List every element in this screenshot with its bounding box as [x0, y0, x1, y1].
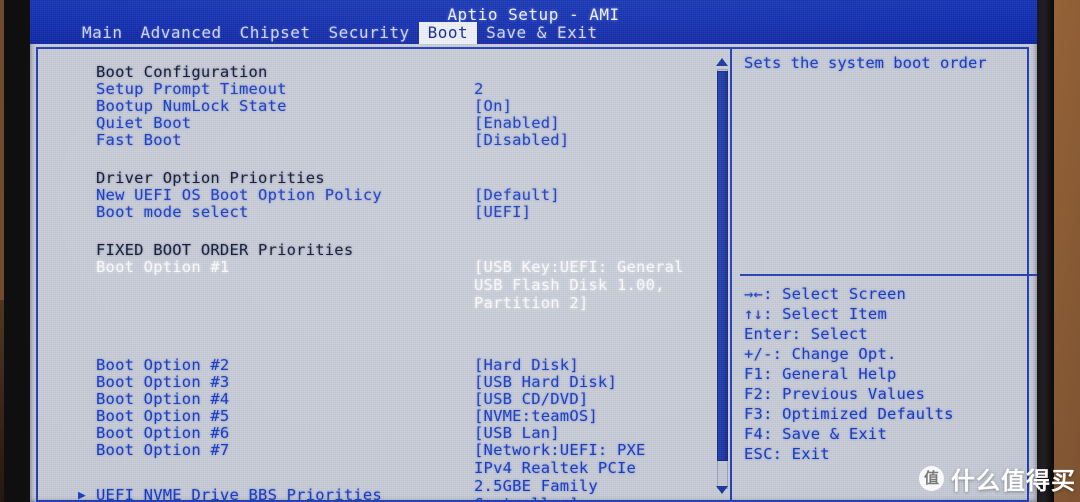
setting-label[interactable]: Boot Option #5	[96, 408, 229, 425]
menu-item-boot[interactable]: Boot	[418, 22, 478, 44]
legend-row: Enter: Select	[744, 325, 868, 343]
setting-value[interactable]: [Hard Disk]	[474, 357, 579, 374]
setting-label[interactable]: Boot Option #2	[96, 357, 229, 374]
setting-label[interactable]: Boot Option #4	[96, 391, 229, 408]
setting-value-line[interactable]: IPv4 Realtek PCIe	[474, 460, 636, 477]
help-divider	[740, 274, 1037, 276]
setting-value[interactable]: [On]	[474, 98, 512, 115]
help-panel: Sets the system boot order →←: Select Sc…	[736, 52, 1037, 502]
setting-label[interactable]: Boot Option #7	[96, 442, 229, 459]
setting-label[interactable]: Boot Option #1	[96, 259, 229, 276]
setting-label[interactable]: Bootup NumLock State	[96, 98, 287, 115]
setting-value[interactable]: [USB Hard Disk]	[474, 374, 617, 391]
scrollbar-thumb[interactable]	[717, 71, 728, 461]
setting-value[interactable]: [NVME:teamOS]	[474, 408, 598, 425]
setting-label[interactable]: Boot mode select	[96, 204, 249, 221]
setting-value[interactable]: [Disabled]	[474, 132, 569, 149]
legend-row: ↑↓: Select Item	[744, 305, 887, 323]
setting-label[interactable]: Setup Prompt Timeout	[96, 81, 287, 98]
watermark-text: 什么值得买	[951, 467, 1076, 495]
setting-label[interactable]: Quiet Boot	[96, 115, 191, 132]
vertical-scrollbar[interactable]	[714, 55, 730, 498]
setting-value[interactable]: [USB Lan]	[474, 425, 560, 442]
legend-row: F4: Save & Exit	[744, 425, 887, 443]
legend-row: F1: General Help	[744, 365, 897, 383]
title-bar: Aptio Setup - AMI Main Advanced Chipset Sec…	[30, 0, 1037, 44]
legend-row: F3: Optimized Defaults	[744, 405, 954, 423]
setting-label[interactable]: Fast Boot	[96, 132, 182, 149]
legend-row: →←: Select Screen	[744, 285, 907, 303]
section-header: FIXED BOOT ORDER Priorities	[96, 241, 354, 259]
setting-value[interactable]: 2	[474, 81, 484, 98]
menu-item-save-exit[interactable]: Save & Exit	[477, 22, 606, 44]
help-text: Sets the system boot order	[744, 54, 987, 72]
setting-value-line[interactable]: [Network:UEFI: PXE	[474, 442, 646, 459]
key-legend: →←: Select Screen ↑↓: Select Item Enter: S…	[744, 284, 1037, 464]
setting-value-line[interactable]: Controller]	[474, 496, 579, 502]
setting-value[interactable]: [Default]	[474, 187, 560, 204]
setting-value[interactable]: [UEFI]	[474, 204, 531, 221]
setting-value-line[interactable]: 2.5GBE Family	[474, 478, 598, 495]
setting-value[interactable]: [Enabled]	[474, 115, 560, 132]
section-header: Boot Configuration	[96, 63, 268, 81]
setting-value[interactable]: [USB CD/DVD]	[474, 391, 588, 408]
setting-value-line[interactable]: Partition 2]	[474, 295, 588, 312]
legend-row: F2: Previous Values	[744, 385, 926, 403]
setting-value-line[interactable]: USB Flash Disk 1.00,	[474, 277, 665, 294]
watermark-badge-icon: 值	[919, 466, 944, 491]
menu-item-main[interactable]: Main	[73, 22, 132, 44]
menu-bar[interactable]: Main Advanced Chipset Security Boot Save & Ex…	[30, 22, 1037, 44]
setting-label[interactable]: New UEFI OS Boot Option Policy	[96, 187, 382, 204]
section-header: Driver Option Priorities	[96, 169, 325, 187]
submenu-uefi-nvme-drive-bbs-priorities[interactable]: UEFI NVME Drive BBS Priorities	[96, 487, 382, 502]
scroll-up-arrow-icon[interactable]	[716, 58, 728, 66]
menu-item-chipset[interactable]: Chipset	[231, 22, 320, 44]
bios-screen: Aptio Setup - AMI Main Advanced Chipset Sec…	[30, 0, 1037, 502]
menu-item-security[interactable]: Security	[320, 22, 419, 44]
setting-label[interactable]: Boot Option #3	[96, 374, 229, 391]
panel-divider	[730, 47, 732, 502]
settings-panel: Boot Configuration Setup Prompt Timeout 2 B…	[60, 52, 710, 502]
submenu-arrow-icon: ▶	[78, 488, 86, 502]
setting-value-line[interactable]: [USB Key:UEFI: General	[474, 259, 684, 276]
menu-item-advanced[interactable]: Advanced	[132, 22, 231, 44]
scroll-down-arrow-icon[interactable]	[716, 486, 728, 494]
legend-row: +/-: Change Opt.	[744, 345, 897, 363]
watermark: 值 什么值得买	[919, 461, 1076, 496]
setting-label[interactable]: Boot Option #6	[96, 425, 229, 442]
